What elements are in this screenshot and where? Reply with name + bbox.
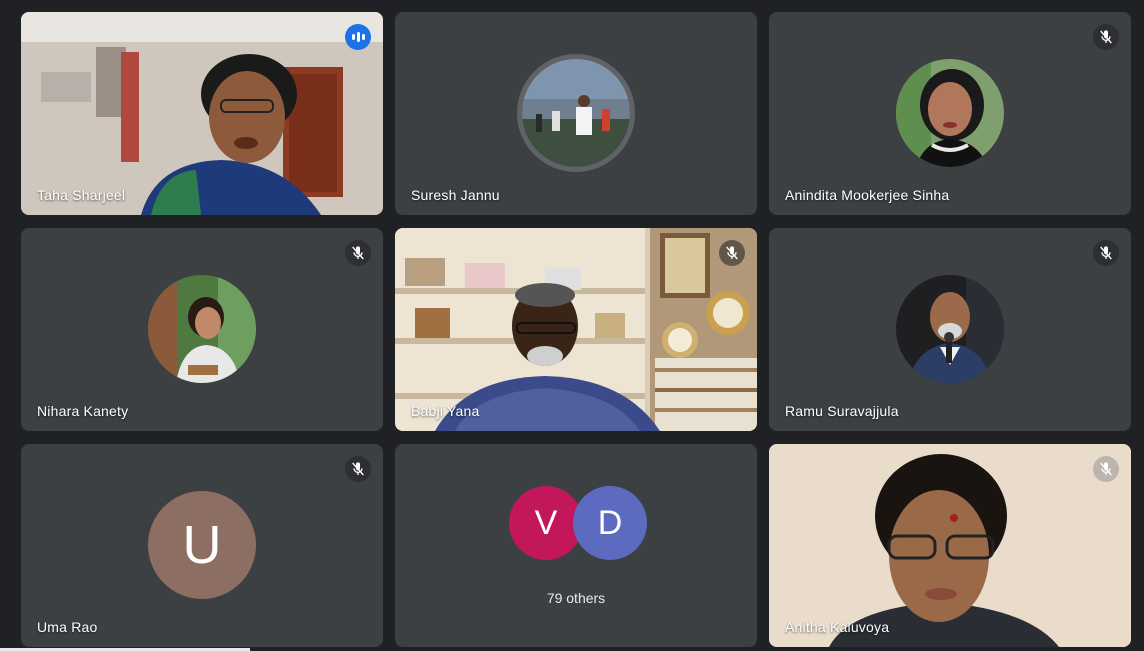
mic-off-icon: [345, 456, 371, 482]
mic-off-icon: [719, 240, 745, 266]
participant-name: Uma Rao: [37, 619, 98, 635]
avatar: [148, 275, 256, 383]
participant-tile-anitha-kaluvoya[interactable]: Anitha Kaluvoya: [769, 444, 1131, 647]
others-count-label: 79 others: [546, 590, 606, 606]
avatar: V: [509, 486, 583, 560]
participant-name: Anitha Kaluvoya: [785, 619, 890, 635]
avatar: D: [573, 486, 647, 560]
participant-video: [395, 228, 757, 431]
avatar: [522, 59, 630, 167]
participant-tile-suresh-jannu[interactable]: Suresh Jannu: [395, 12, 757, 215]
participant-name: Taha Sharjeel: [37, 187, 126, 203]
avatar: U: [148, 491, 256, 599]
participant-tile-ramu-suravajjula[interactable]: Ramu Suravajjula: [769, 228, 1131, 431]
participant-tile-nihara-kanety[interactable]: Nihara Kanety: [21, 228, 383, 431]
others-tile[interactable]: V D 79 others: [395, 444, 757, 647]
participant-name: Anindita Mookerjee Sinha: [785, 187, 950, 203]
audio-level-icon: [345, 24, 371, 50]
video-grid: Taha Sharjeel Suresh Jannu Anindita Mook…: [0, 0, 1144, 651]
participant-video: [21, 12, 383, 215]
participant-name: Babji Yana: [411, 403, 480, 419]
mic-off-icon: [1093, 456, 1119, 482]
participant-name: Nihara Kanety: [37, 403, 129, 419]
participant-tile-uma-rao[interactable]: U Uma Rao: [21, 444, 383, 647]
participant-name: Ramu Suravajjula: [785, 403, 899, 419]
mic-off-icon: [345, 240, 371, 266]
participant-tile-anindita-mookerjee-sinha[interactable]: Anindita Mookerjee Sinha: [769, 12, 1131, 215]
participant-name: Suresh Jannu: [411, 187, 500, 203]
avatar: [896, 59, 1004, 167]
participant-tile-taha-sharjeel[interactable]: Taha Sharjeel: [21, 12, 383, 215]
mic-off-icon: [1093, 24, 1119, 50]
participant-tile-babji-yana[interactable]: Babji Yana: [395, 228, 757, 431]
mic-off-icon: [1093, 240, 1119, 266]
avatar: [896, 275, 1004, 383]
participant-video: [769, 444, 1131, 647]
